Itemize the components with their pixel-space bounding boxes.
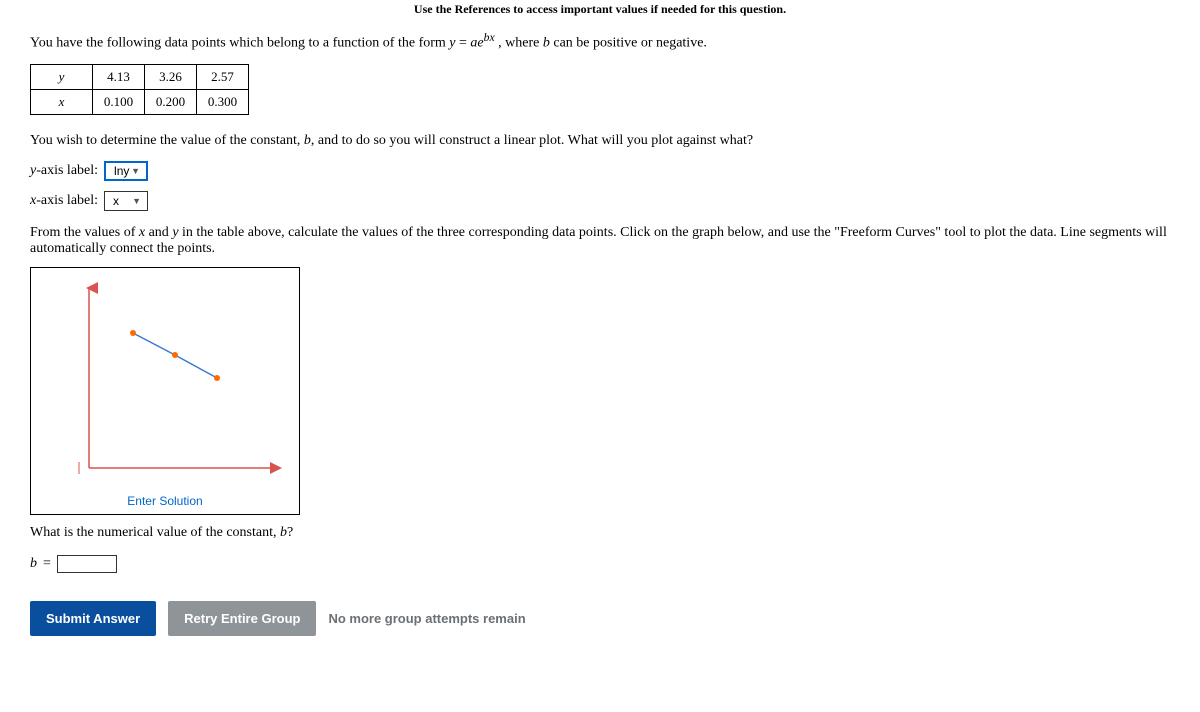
chevron-down-icon: ▼ <box>131 166 140 176</box>
attempts-status: No more group attempts remain <box>328 611 525 626</box>
y-axis-value: lny <box>114 164 129 178</box>
graph-plot-area[interactable] <box>41 278 289 490</box>
eq-eq: = <box>456 36 471 51</box>
submit-answer-button[interactable]: Submit Answer <box>30 601 156 636</box>
calc-instructions: From the values of x and y in the table … <box>30 225 1170 257</box>
enter-solution-link[interactable]: Enter Solution <box>41 490 289 508</box>
cell: 3.26 <box>145 64 197 89</box>
button-row: Submit Answer Retry Entire Group No more… <box>30 601 1170 636</box>
chevron-down-icon: ▼ <box>132 196 141 206</box>
determine-b: b <box>304 133 311 148</box>
row-header-y: y <box>31 64 93 89</box>
cell: 0.300 <box>197 89 249 114</box>
table-row: y 4.13 3.26 2.57 <box>31 64 249 89</box>
intro-post2: can be positive or negative. <box>550 36 707 51</box>
cell: 2.57 <box>197 64 249 89</box>
x-axis-value: x <box>113 194 119 208</box>
cell: 4.13 <box>93 64 145 89</box>
y-axis-select[interactable]: lny ▼ <box>104 161 148 181</box>
instr-mid1: and <box>145 225 172 240</box>
b-input[interactable] <box>57 555 117 573</box>
plot-point <box>130 330 136 336</box>
x-axis-row: x-axis label: x ▼ <box>30 191 1170 211</box>
references-hint: Use the References to access important v… <box>30 0 1170 31</box>
b-label: b <box>30 556 37 572</box>
plot-segment <box>133 333 175 355</box>
x-axis-select[interactable]: x ▼ <box>104 191 148 211</box>
const-b-question: What is the numerical value of the const… <box>30 525 1170 541</box>
instr-pre: From the values of <box>30 225 139 240</box>
graph-svg <box>41 278 289 490</box>
b-eq-sign: = <box>43 556 51 572</box>
determine-text: You wish to determine the value of the c… <box>30 133 1170 149</box>
determine-post: , and to do so you will construct a line… <box>311 133 753 148</box>
constb-b: b <box>280 525 287 540</box>
x-axis-label: x-axis label: <box>30 193 98 209</box>
constb-pre: What is the numerical value of the const… <box>30 525 280 540</box>
row-header-x: x <box>31 89 93 114</box>
cell: 0.100 <box>93 89 145 114</box>
plot-point <box>172 352 178 358</box>
constb-post: ? <box>287 525 293 540</box>
intro-post: , where <box>495 36 543 51</box>
x-label-suffix: -axis label: <box>36 193 98 208</box>
y-axis-label: y-axis label: <box>30 163 98 179</box>
table-row: x 0.100 0.200 0.300 <box>31 89 249 114</box>
data-table: y 4.13 3.26 2.57 x 0.100 0.200 0.300 <box>30 64 249 115</box>
eq-exp: bx <box>484 31 495 44</box>
intro-bvar: b <box>543 36 550 51</box>
cell: 0.200 <box>145 89 197 114</box>
determine-pre: You wish to determine the value of the c… <box>30 133 304 148</box>
intro-pre: You have the following data points which… <box>30 36 449 51</box>
y-label-suffix: -axis label: <box>36 163 98 178</box>
graph-container[interactable]: Enter Solution <box>30 267 300 515</box>
y-axis-row: y-axis label: lny ▼ <box>30 161 1170 181</box>
b-input-row: b = <box>30 555 1170 573</box>
retry-group-button[interactable]: Retry Entire Group <box>168 601 316 636</box>
plot-segment <box>175 355 217 378</box>
eq-ae: ae <box>470 36 483 51</box>
instr-mid2: in the table above, calculate the values… <box>30 225 1167 256</box>
intro-text: You have the following data points which… <box>30 31 1170 52</box>
plot-point <box>214 375 220 381</box>
